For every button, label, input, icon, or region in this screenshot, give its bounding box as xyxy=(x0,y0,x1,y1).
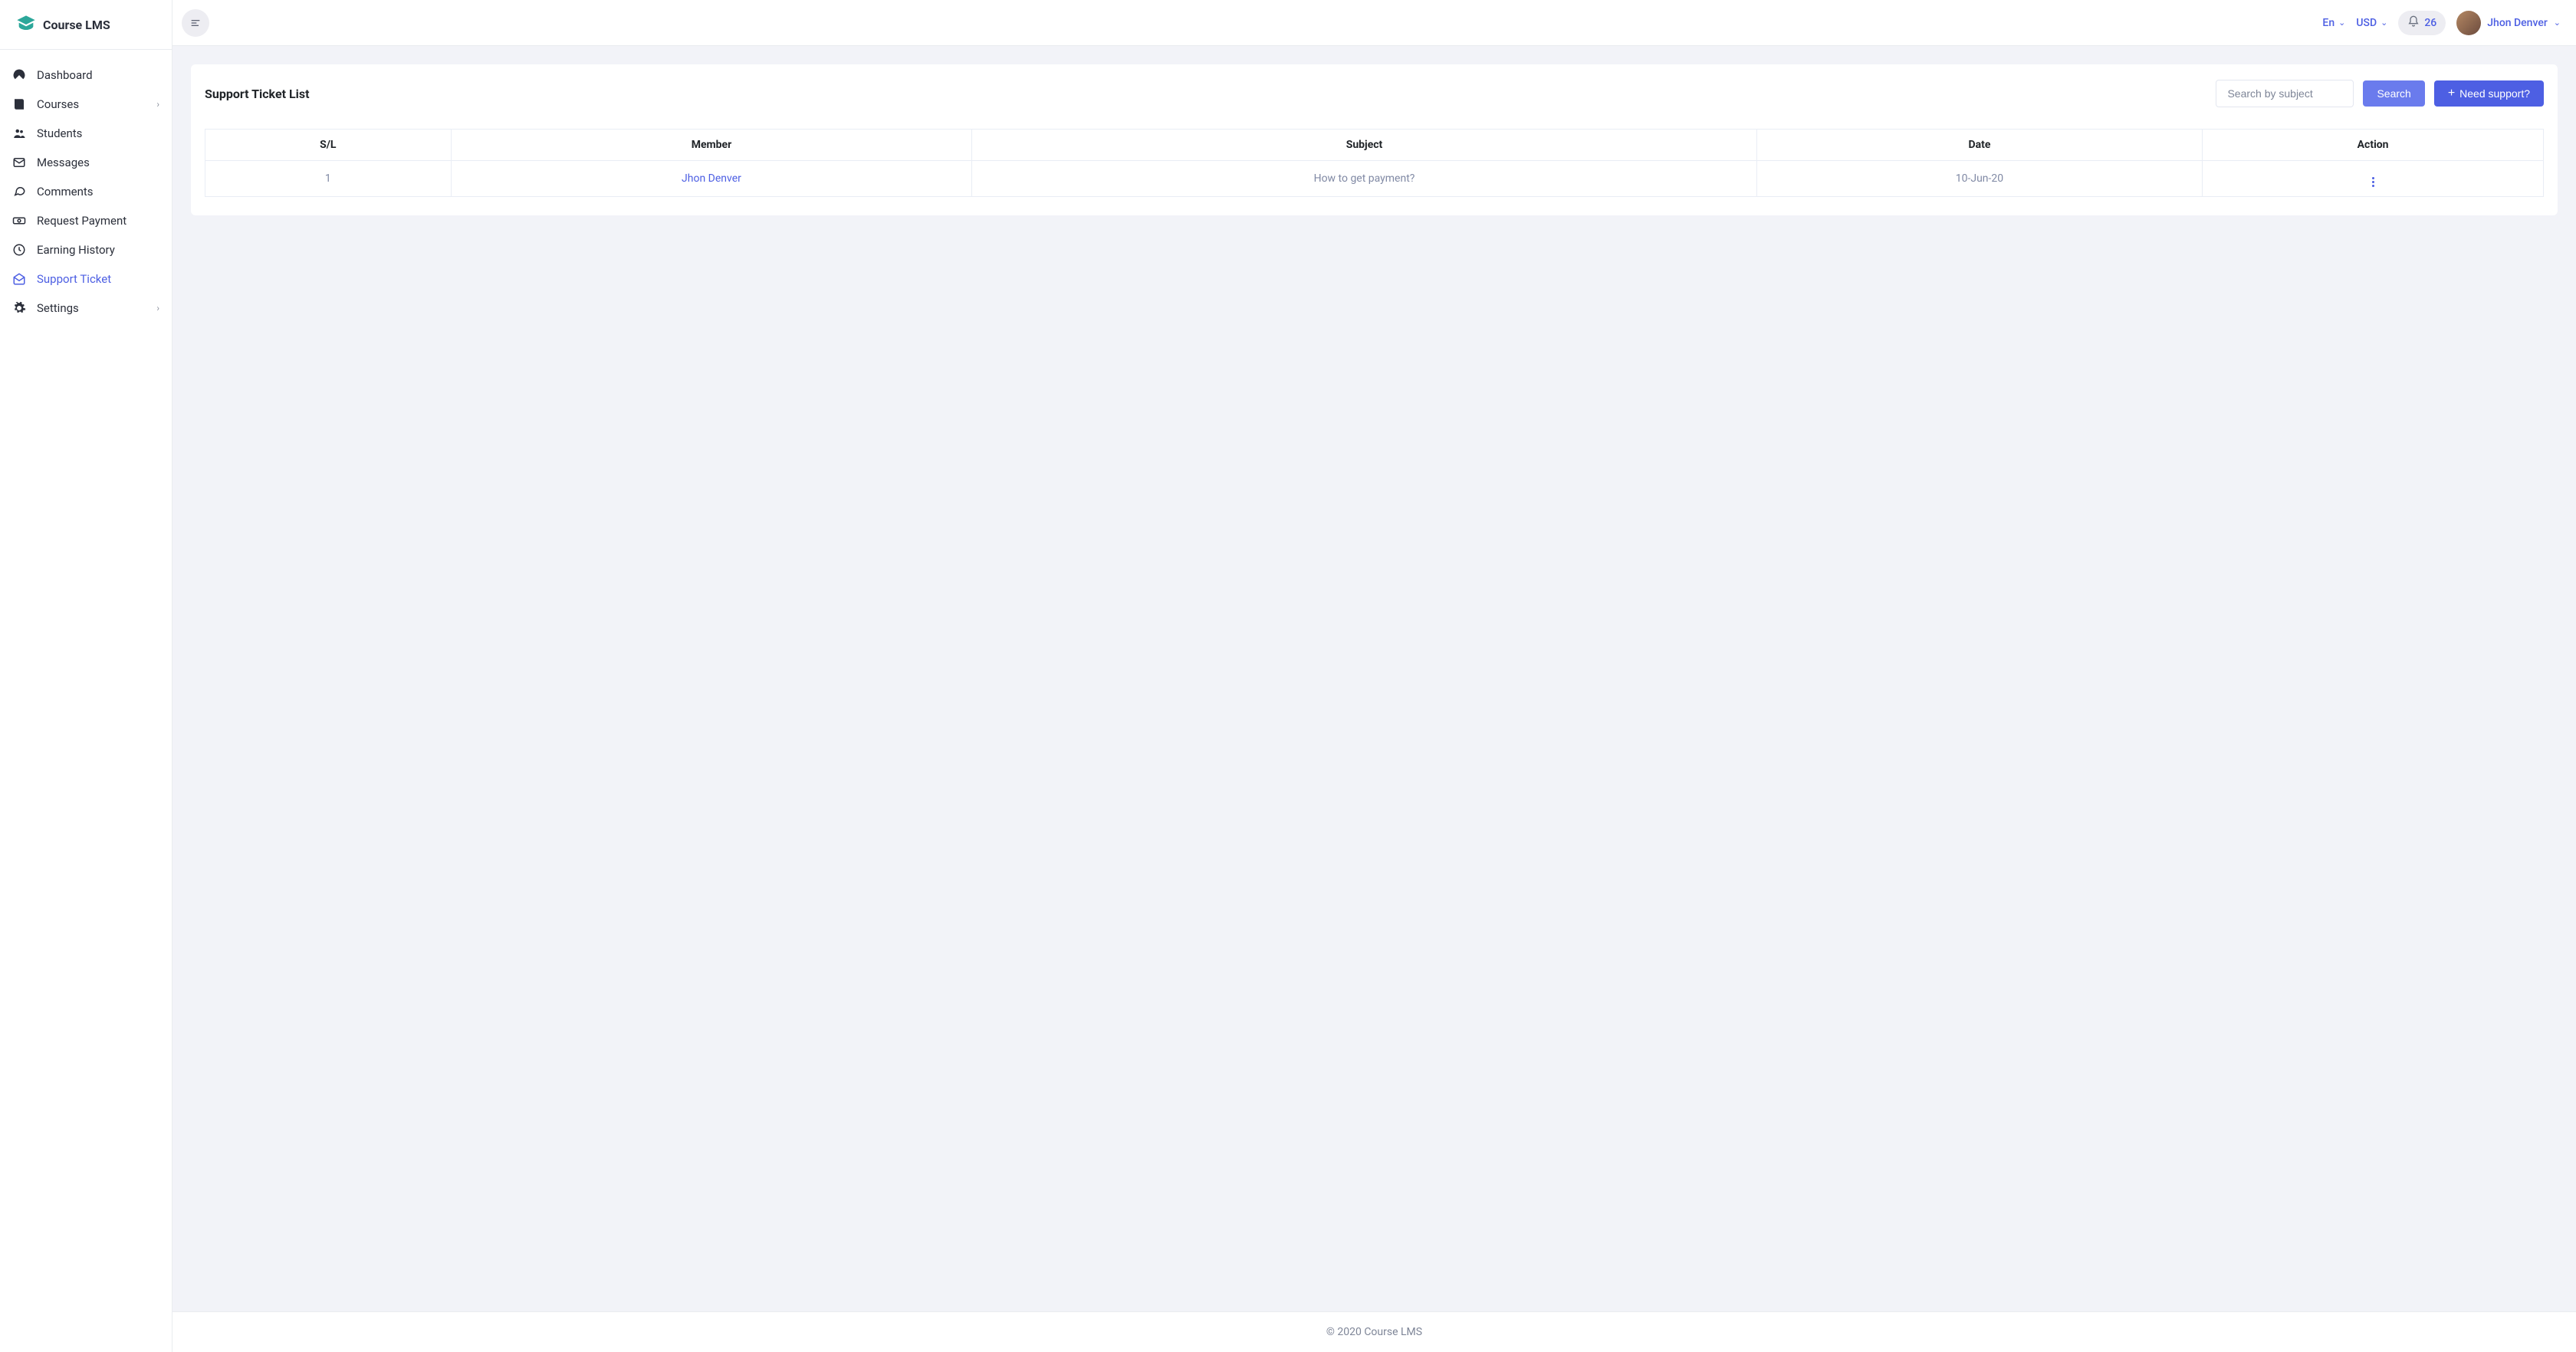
dashboard-icon xyxy=(12,68,26,82)
search-button[interactable]: Search xyxy=(2363,80,2424,107)
notification-count: 26 xyxy=(2424,17,2436,29)
gear-icon xyxy=(12,301,26,315)
plus-icon: + xyxy=(2448,87,2455,100)
table-row: 1Jhon DenverHow to get payment?10-Jun-20 xyxy=(205,161,2544,197)
search-input[interactable] xyxy=(2216,80,2354,107)
main-area: En ⌄ USD ⌄ 26 Jhon Denver ⌄ xyxy=(172,0,2576,1352)
brand-logo[interactable]: Course LMS xyxy=(0,0,172,50)
brand-logo-icon xyxy=(15,14,37,35)
user-menu[interactable]: Jhon Denver ⌄ xyxy=(2456,11,2561,35)
sidebar-item-students[interactable]: Students xyxy=(0,119,172,148)
currency-selector[interactable]: USD ⌄ xyxy=(2356,17,2387,29)
brand-name: Course LMS xyxy=(43,18,110,32)
cell-member-link[interactable]: Jhon Denver xyxy=(451,161,972,197)
chevron-down-icon: ⌄ xyxy=(2380,18,2387,28)
chevron-right-icon: › xyxy=(156,99,159,110)
need-support-button[interactable]: + Need support? xyxy=(2434,80,2544,107)
book-icon xyxy=(12,97,26,111)
col-member: Member xyxy=(451,130,972,161)
content: Support Ticket List Search + Need suppor… xyxy=(172,46,2576,1311)
language-label: En xyxy=(2322,17,2334,29)
chevron-right-icon: › xyxy=(156,303,159,313)
username-label: Jhon Denver xyxy=(2487,17,2548,29)
col-date: Date xyxy=(1756,130,2202,161)
sidebar-item-label: Students xyxy=(37,126,82,140)
comments-icon xyxy=(12,185,26,199)
chevron-down-icon: ⌄ xyxy=(2554,18,2561,28)
envelope-icon xyxy=(12,156,26,169)
cell-date: 10-Jun-20 xyxy=(1756,161,2202,197)
support-ticket-card: Support Ticket List Search + Need suppor… xyxy=(191,64,2558,215)
sidebar-toggle-button[interactable] xyxy=(182,9,209,37)
col-action: Action xyxy=(2203,130,2544,161)
notifications-button[interactable]: 26 xyxy=(2398,11,2446,35)
sidebar-item-label: Comments xyxy=(37,185,94,199)
need-support-label: Need support? xyxy=(2459,87,2530,100)
sidebar-nav: Dashboard Courses › Students Messages Comment… xyxy=(0,50,172,1352)
search-button-label: Search xyxy=(2377,87,2410,100)
mail-open-icon xyxy=(12,272,26,286)
sidebar-item-courses[interactable]: Courses › xyxy=(0,90,172,119)
currency-label: USD xyxy=(2356,17,2377,29)
sidebar: Course LMS Dashboard Courses › Students Mess… xyxy=(0,0,172,1352)
sidebar-item-label: Dashboard xyxy=(37,68,93,82)
users-icon xyxy=(12,126,26,140)
sidebar-item-support-ticket[interactable]: Support Ticket xyxy=(0,264,172,294)
sidebar-item-label: Messages xyxy=(37,156,90,169)
topbar: En ⌄ USD ⌄ 26 Jhon Denver ⌄ xyxy=(172,0,2576,46)
col-sl: S/L xyxy=(205,130,452,161)
col-subject: Subject xyxy=(972,130,1756,161)
sidebar-item-comments[interactable]: Comments xyxy=(0,177,172,206)
row-action-menu[interactable] xyxy=(2372,177,2374,187)
sidebar-item-messages[interactable]: Messages xyxy=(0,148,172,177)
sidebar-item-label: Settings xyxy=(37,301,79,315)
footer-text: © 2020 Course LMS xyxy=(172,1311,2576,1352)
sidebar-item-label: Request Payment xyxy=(37,214,127,228)
cell-sl: 1 xyxy=(205,161,452,197)
sidebar-item-dashboard[interactable]: Dashboard xyxy=(0,61,172,90)
sidebar-item-earning-history[interactable]: Earning History xyxy=(0,235,172,264)
sidebar-item-label: Support Ticket xyxy=(37,272,111,286)
cell-action xyxy=(2203,161,2544,197)
money-icon xyxy=(12,214,26,228)
cell-subject: How to get payment? xyxy=(972,161,1756,197)
avatar xyxy=(2456,11,2481,35)
sidebar-item-request-payment[interactable]: Request Payment xyxy=(0,206,172,235)
page-title: Support Ticket List xyxy=(205,87,310,101)
sidebar-item-label: Courses xyxy=(37,97,79,111)
bell-icon xyxy=(2407,15,2420,31)
sidebar-item-settings[interactable]: Settings › xyxy=(0,294,172,323)
tickets-table: S/L Member Subject Date Action 1Jhon Den… xyxy=(205,129,2544,197)
history-icon xyxy=(12,243,26,257)
chevron-down-icon: ⌄ xyxy=(2338,18,2345,28)
language-selector[interactable]: En ⌄ xyxy=(2322,17,2345,29)
sidebar-item-label: Earning History xyxy=(37,243,115,257)
